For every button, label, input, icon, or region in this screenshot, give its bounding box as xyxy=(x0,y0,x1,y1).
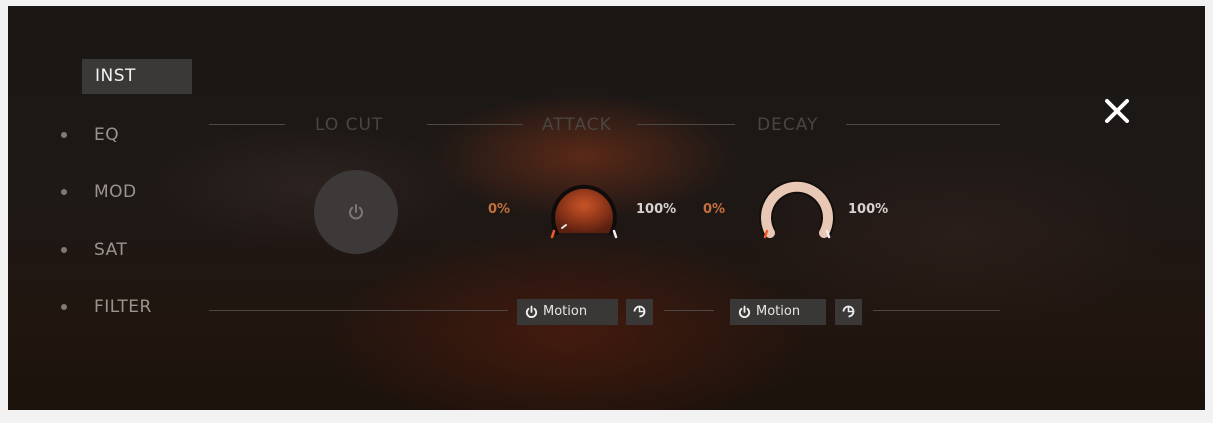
attack-knob[interactable] xyxy=(545,176,623,246)
motion-label: Motion xyxy=(756,304,801,319)
attack-min-label: 0% xyxy=(488,202,511,217)
locut-title: LO CUT xyxy=(315,115,384,135)
locut-power-button[interactable] xyxy=(314,170,398,254)
sidebar-item-label: MOD xyxy=(94,182,137,202)
status-dot-icon xyxy=(61,304,67,310)
decay-knob-graphic xyxy=(759,179,835,239)
close-icon xyxy=(1105,99,1129,123)
status-dot-icon xyxy=(61,247,67,253)
attack-sync-button[interactable] xyxy=(626,299,653,325)
decay-motion-button[interactable]: Motion xyxy=(730,299,826,325)
divider-line xyxy=(427,124,523,125)
power-icon xyxy=(349,204,363,220)
attack-title: ATTACK xyxy=(542,115,612,135)
tab-inst[interactable]: INST xyxy=(82,59,192,94)
attack-max-label: 100% xyxy=(636,202,677,217)
sidebar-item-label: EQ xyxy=(94,125,120,145)
sync-icon xyxy=(633,305,646,318)
divider-line xyxy=(873,310,1000,311)
power-icon xyxy=(738,305,751,318)
decay-knob[interactable] xyxy=(758,176,836,246)
attack-motion-button[interactable]: Motion xyxy=(517,299,618,325)
divider-line xyxy=(209,124,285,125)
attack-knob-graphic xyxy=(550,184,618,239)
close-button[interactable] xyxy=(1102,96,1132,126)
sync-icon xyxy=(842,305,855,318)
motion-label: Motion xyxy=(543,304,588,319)
divider-line xyxy=(846,124,1000,125)
decay-sync-button[interactable] xyxy=(835,299,862,325)
decay-min-label: 0% xyxy=(703,202,726,217)
divider-line xyxy=(637,124,735,125)
power-icon xyxy=(525,305,538,318)
status-dot-icon xyxy=(61,189,67,195)
decay-max-label: 100% xyxy=(848,202,889,217)
sidebar-item-label: SAT xyxy=(94,240,128,260)
status-dot-icon xyxy=(61,132,67,138)
divider-line xyxy=(209,310,508,311)
sidebar-item-label: FILTER xyxy=(94,297,152,317)
effects-panel: INST EQ MOD SAT FILTER LO CUT ATTACK DEC… xyxy=(8,6,1205,410)
divider-line xyxy=(664,310,714,311)
decay-title: DECAY xyxy=(757,115,819,135)
